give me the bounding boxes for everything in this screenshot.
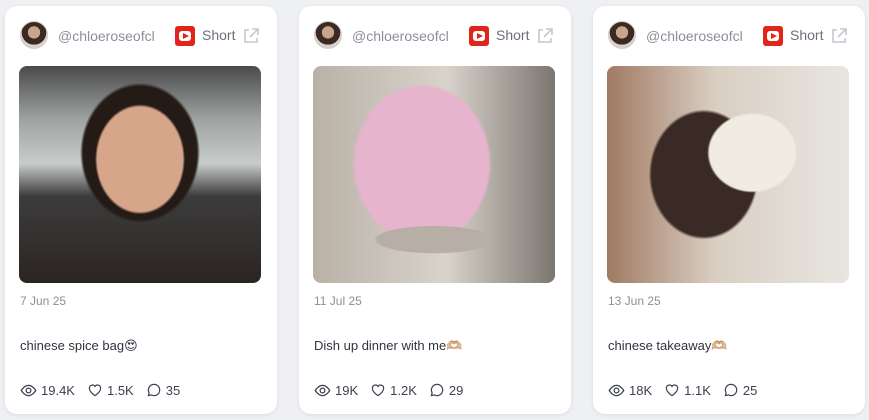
creator-handle[interactable]: @chloeroseofcl: [352, 28, 449, 44]
external-link-icon[interactable]: [829, 26, 849, 46]
video-card[interactable]: @chloeroseofcl Short 13 Jun 25 chinese t…: [593, 6, 865, 414]
external-link-icon[interactable]: [241, 26, 261, 46]
creator-handle[interactable]: @chloeroseofcl: [646, 28, 743, 44]
eye-icon: [20, 384, 37, 396]
video-caption: chinese takeaway🫶🏼: [608, 338, 728, 353]
comments-count: 35: [165, 382, 181, 398]
card-header: @chloeroseofcl Short: [299, 6, 571, 66]
external-link-icon[interactable]: [535, 26, 555, 46]
comment-icon: [147, 383, 161, 397]
likes-stat: 1.5K: [87, 382, 134, 398]
views-stat: 19.4K: [20, 382, 75, 399]
eye-icon: [314, 384, 331, 396]
card-header: @chloeroseofcl Short: [593, 6, 865, 66]
avatar[interactable]: [314, 21, 342, 49]
content-type-label: Short: [790, 27, 824, 43]
engagement-stats: 18K 1.1K 25: [608, 380, 769, 400]
likes-count: 1.2K: [390, 382, 417, 398]
likes-count: 1.5K: [106, 382, 134, 398]
comments-count: 29: [448, 382, 464, 398]
card-header: @chloeroseofcl Short: [5, 6, 277, 66]
youtube-icon: [763, 26, 783, 46]
comment-icon: [724, 383, 738, 397]
creator-handle[interactable]: @chloeroseofcl: [58, 28, 155, 44]
engagement-stats: 19.4K 1.5K 35: [20, 380, 192, 400]
comments-stat: 35: [146, 382, 180, 398]
video-thumbnail[interactable]: [607, 66, 849, 283]
video-caption: Dish up dinner with me🫶🏼: [314, 338, 463, 353]
views-count: 18K: [629, 382, 653, 398]
comments-stat: 29: [429, 382, 463, 398]
avatar[interactable]: [20, 21, 48, 49]
video-thumbnail[interactable]: [313, 66, 555, 283]
comment-icon: [430, 383, 444, 397]
avatar[interactable]: [608, 21, 636, 49]
comments-stat: 25: [723, 382, 757, 398]
heart-icon: [371, 384, 385, 397]
video-card[interactable]: @chloeroseofcl Short 11 Jul 25 Dish up d…: [299, 6, 571, 414]
post-date: 7 Jun 25: [20, 294, 67, 308]
content-type-label: Short: [202, 27, 236, 43]
video-thumbnail[interactable]: [19, 66, 261, 283]
eye-icon: [608, 384, 625, 396]
engagement-stats: 19K 1.2K 29: [314, 380, 475, 400]
content-type-label: Short: [496, 27, 530, 43]
views-stat: 18K: [608, 382, 652, 399]
comments-count: 25: [742, 382, 758, 398]
video-card[interactable]: @chloeroseofcl Short 7 Jun 25 chinese sp…: [5, 6, 277, 414]
likes-stat: 1.1K: [664, 382, 711, 398]
post-date: 13 Jun 25: [608, 294, 661, 308]
views-stat: 19K: [314, 382, 358, 399]
likes-count: 1.1K: [684, 382, 711, 398]
views-count: 19K: [335, 382, 359, 398]
likes-stat: 1.2K: [370, 382, 417, 398]
youtube-icon: [469, 26, 489, 46]
video-caption: chinese spice bag😍: [20, 338, 138, 353]
views-count: 19.4K: [41, 382, 75, 398]
post-date: 11 Jul 25: [314, 294, 362, 308]
heart-icon: [665, 384, 679, 397]
heart-icon: [88, 384, 102, 397]
youtube-icon: [175, 26, 195, 46]
